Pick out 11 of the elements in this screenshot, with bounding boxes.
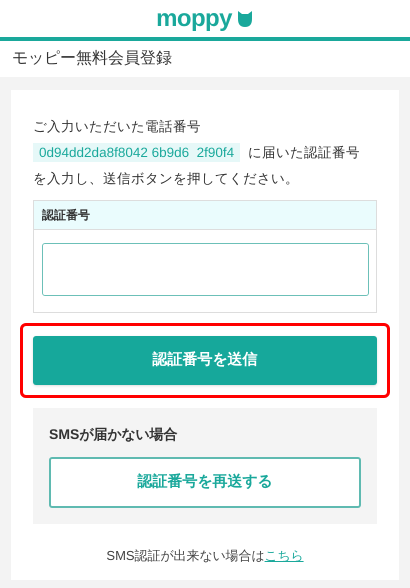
instruction-text: ご入力いただいた電話番号 0d94dd2da8f8042 6b9d6 2f90f4 に届いた認証番号を入力し、送信ボタンを押してください。 <box>33 118 362 188</box>
help-link[interactable]: こちら <box>264 548 304 563</box>
mascot-icon <box>236 8 254 28</box>
logo[interactable]: moppy <box>156 6 232 30</box>
resend-button[interactable]: 認証番号を再送する <box>49 457 361 508</box>
page-title: モッピー無料会員登録 <box>12 48 172 69</box>
submit-button[interactable]: 認証番号を送信 <box>33 336 377 385</box>
code-input-field[interactable] <box>42 243 369 296</box>
footer-note: SMS認証が出来ない場合はこちら <box>105 547 305 565</box>
sms-help-title: SMSが届かない場合 <box>49 425 178 444</box>
field-label: 認証番号 <box>34 201 376 230</box>
